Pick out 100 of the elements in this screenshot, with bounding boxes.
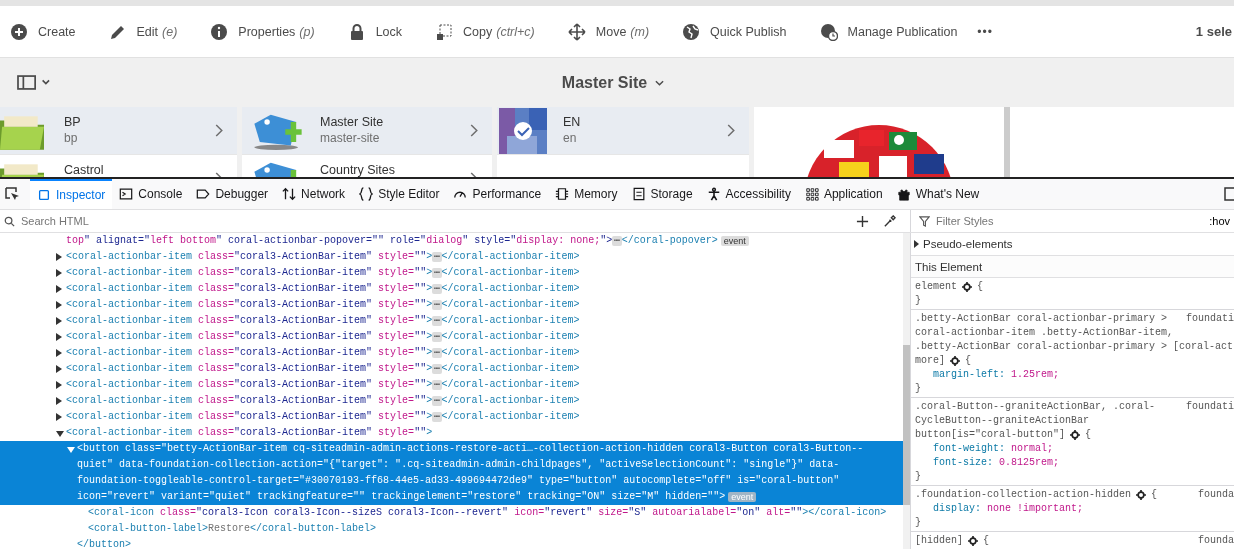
- column-item[interactable]: BP bp: [0, 107, 237, 155]
- css-declaration[interactable]: margin-left: 1.25rem;: [915, 368, 1234, 382]
- toolbar-button[interactable]: Create: [10, 22, 76, 41]
- css-selector: [hidden]: [915, 534, 963, 548]
- column-item[interactable]: EN en: [497, 107, 749, 155]
- devtools-tab[interactable]: Inspector: [30, 179, 113, 209]
- markup-line[interactable]: <coral-icon class="coral3-Icon coral3-Icon--sizeS coral3-Icon--revert" icon="revert" size="S" autoarialabel="on" alt=""></coral-icon>: [0, 505, 903, 521]
- settings-icon[interactable]: [1070, 430, 1081, 440]
- devtools-tab[interactable]: Storage: [624, 179, 700, 209]
- open-brace: {: [1151, 488, 1158, 502]
- css-declaration[interactable]: font-weight: normal;: [915, 442, 1234, 456]
- expand-toggle[interactable]: [56, 365, 62, 373]
- settings-icon[interactable]: [962, 282, 972, 292]
- expand-toggle[interactable]: [56, 413, 62, 421]
- globe-clock-icon: [819, 22, 838, 41]
- stylesheet-link[interactable]: foundati: [1174, 400, 1234, 414]
- expand-toggle[interactable]: [56, 301, 62, 309]
- toolbar-button[interactable]: Edit (e): [108, 22, 178, 41]
- stylesheet-link[interactable]: founda: [1186, 488, 1234, 502]
- hover-states-button[interactable]: :hov: [1209, 215, 1230, 227]
- chip-icon: [555, 187, 570, 201]
- element-picker-icon[interactable]: [4, 186, 20, 202]
- grid-icon: [804, 187, 819, 201]
- markup-line[interactable]: <coral-actionbar-item class="coral3-ActionBar-item" style=""> ⋯ </coral-actionbar-item>: [0, 281, 903, 297]
- devtools-tab[interactable]: Application: [797, 179, 890, 209]
- css-selector: button[is="coral-button"]: [915, 428, 1066, 442]
- filter-styles-field[interactable]: Filter Styles: [934, 214, 1210, 228]
- css-selector: coral-actionbar-item .betty-ActionBar-item,: [915, 326, 1174, 340]
- toolbar-button[interactable]: Quick Publish: [682, 22, 787, 41]
- expand-toggle[interactable]: [56, 269, 62, 277]
- chevron-right-icon: [727, 124, 735, 137]
- devtools-tab[interactable]: What's New: [889, 179, 987, 209]
- devtools-tab[interactable]: Console: [112, 179, 190, 209]
- caret-icon[interactable]: [655, 79, 665, 86]
- css-declaration[interactable]: font-size: 0.8125rem;: [915, 456, 1234, 470]
- css-selector: CycleButton--graniteActionBar: [915, 414, 1090, 428]
- expand-toggle[interactable]: [56, 381, 62, 389]
- info-icon: [210, 22, 229, 41]
- markup-line[interactable]: <coral-actionbar-item class="coral3-ActionBar-item" style=""> ⋯ </coral-actionbar-item>: [0, 345, 903, 361]
- eyedropper-icon[interactable]: [883, 214, 896, 228]
- settings-icon[interactable]: [950, 356, 960, 366]
- markup-line[interactable]: <coral-actionbar-item class="coral3-ActionBar-item" style=""> ⋯ </coral-actionbar-item>: [0, 297, 903, 313]
- expand-toggle[interactable]: [56, 285, 62, 293]
- close-brace: }: [915, 471, 921, 482]
- settings-icon[interactable]: [1136, 490, 1147, 500]
- item-title: BP: [64, 115, 82, 129]
- more-button[interactable]: •••: [977, 24, 993, 39]
- column-item[interactable]: Master Site master-site: [242, 107, 492, 155]
- css-selector: .betty-ActionBar coral-actionbar-primary >: [915, 312, 1168, 326]
- close-brace: }: [915, 383, 921, 394]
- devtools-tab[interactable]: Network: [275, 179, 353, 209]
- markup-line[interactable]: <coral-actionbar-item class="coral3-ActionBar-item" style=""> ⋯ </coral-actionbar-item>: [0, 329, 903, 345]
- item-title: Castrol: [64, 163, 105, 177]
- item-title: Master Site: [320, 115, 385, 129]
- devtools-tab[interactable]: Accessibility: [699, 179, 798, 209]
- css-declaration[interactable]: display: none !important;: [915, 502, 1234, 516]
- stylesheet-link[interactable]: foundati: [1174, 312, 1234, 326]
- expand-toggle[interactable]: [56, 397, 62, 405]
- close-brace: }: [915, 517, 921, 528]
- expand-toggle[interactable]: [56, 333, 62, 341]
- toolbar-button[interactable]: Manage Publication: [819, 22, 958, 41]
- markup-line[interactable]: <coral-actionbar-item class="coral3-ActionBar-item" style=""> ⋯ </coral-actionbar-item>: [0, 249, 903, 265]
- css-selector: .coral-Button--graniteActionBar, .coral-: [915, 400, 1156, 414]
- expand-toggle[interactable]: [56, 253, 62, 261]
- expand-toggle[interactable]: [56, 317, 62, 325]
- storage-icon: [631, 187, 646, 201]
- settings-icon[interactable]: [968, 536, 978, 546]
- toolbar-button[interactable]: Lock: [347, 22, 403, 41]
- markup-line[interactable]: top" alignat="left bottom" coral-actionbar-popover="" role="dialog" style="display: none;"> ⋯ </coral-popover> event: [0, 233, 903, 249]
- open-brace: {: [965, 354, 972, 368]
- braces-icon: [359, 187, 374, 201]
- devtools-tab[interactable]: Style Editor: [352, 179, 447, 209]
- expand-toggle[interactable]: [56, 349, 62, 357]
- rail-toggle-button[interactable]: [14, 75, 52, 90]
- open-brace: {: [983, 534, 990, 548]
- markup-line[interactable]: <coral-actionbar-item class="coral3-ActionBar-item" style=""> ⋯ </coral-actionbar-item>: [0, 377, 903, 393]
- toolbar-button[interactable]: Properties (p): [210, 22, 315, 41]
- add-icon: [10, 22, 28, 41]
- devtools-tab[interactable]: Performance: [446, 179, 549, 209]
- css-selector: more]: [915, 354, 945, 368]
- closing-tag-line[interactable]: </button>: [0, 537, 903, 549]
- markup-line[interactable]: <coral-actionbar-item class="coral3-ActionBar-item" style=""> ⋯ </coral-actionbar-item>: [0, 313, 903, 329]
- close-brace: }: [915, 295, 921, 306]
- devtools-tab[interactable]: Memory: [548, 179, 625, 209]
- scrollbar-thumb[interactable]: [903, 345, 910, 505]
- toolbar-button[interactable]: Copy (ctrl+c): [435, 22, 535, 41]
- open-brace: {: [977, 280, 984, 294]
- markup-line[interactable]: <coral-actionbar-item class="coral3-ActionBar-item" style=""> ⋯ </coral-actionbar-item>: [0, 393, 903, 409]
- devtools-tab[interactable]: Debugger: [189, 179, 276, 209]
- markup-line[interactable]: <coral-button-label>Restore</coral-button-label>: [0, 521, 903, 537]
- person-icon: [706, 187, 721, 201]
- item-title: EN: [563, 115, 582, 129]
- search-field[interactable]: Search HTML: [19, 214, 856, 228]
- markup-line[interactable]: <coral-actionbar-item class="coral3-ActionBar-item" style=""> ⋯ </coral-actionbar-item>: [0, 265, 903, 281]
- dock-icon[interactable]: [1224, 186, 1234, 202]
- add-icon[interactable]: [856, 214, 869, 228]
- markup-line[interactable]: <coral-actionbar-item class="coral3-ActionBar-item" style=""> ⋯ </coral-actionbar-item>: [0, 361, 903, 377]
- markup-line[interactable]: <coral-actionbar-item class="coral3-ActionBar-item" style=""> ⋯ </coral-actionbar-item>: [0, 409, 903, 425]
- stylesheet-link[interactable]: founda: [1186, 534, 1234, 548]
- toolbar-button[interactable]: Move (m): [567, 22, 650, 41]
